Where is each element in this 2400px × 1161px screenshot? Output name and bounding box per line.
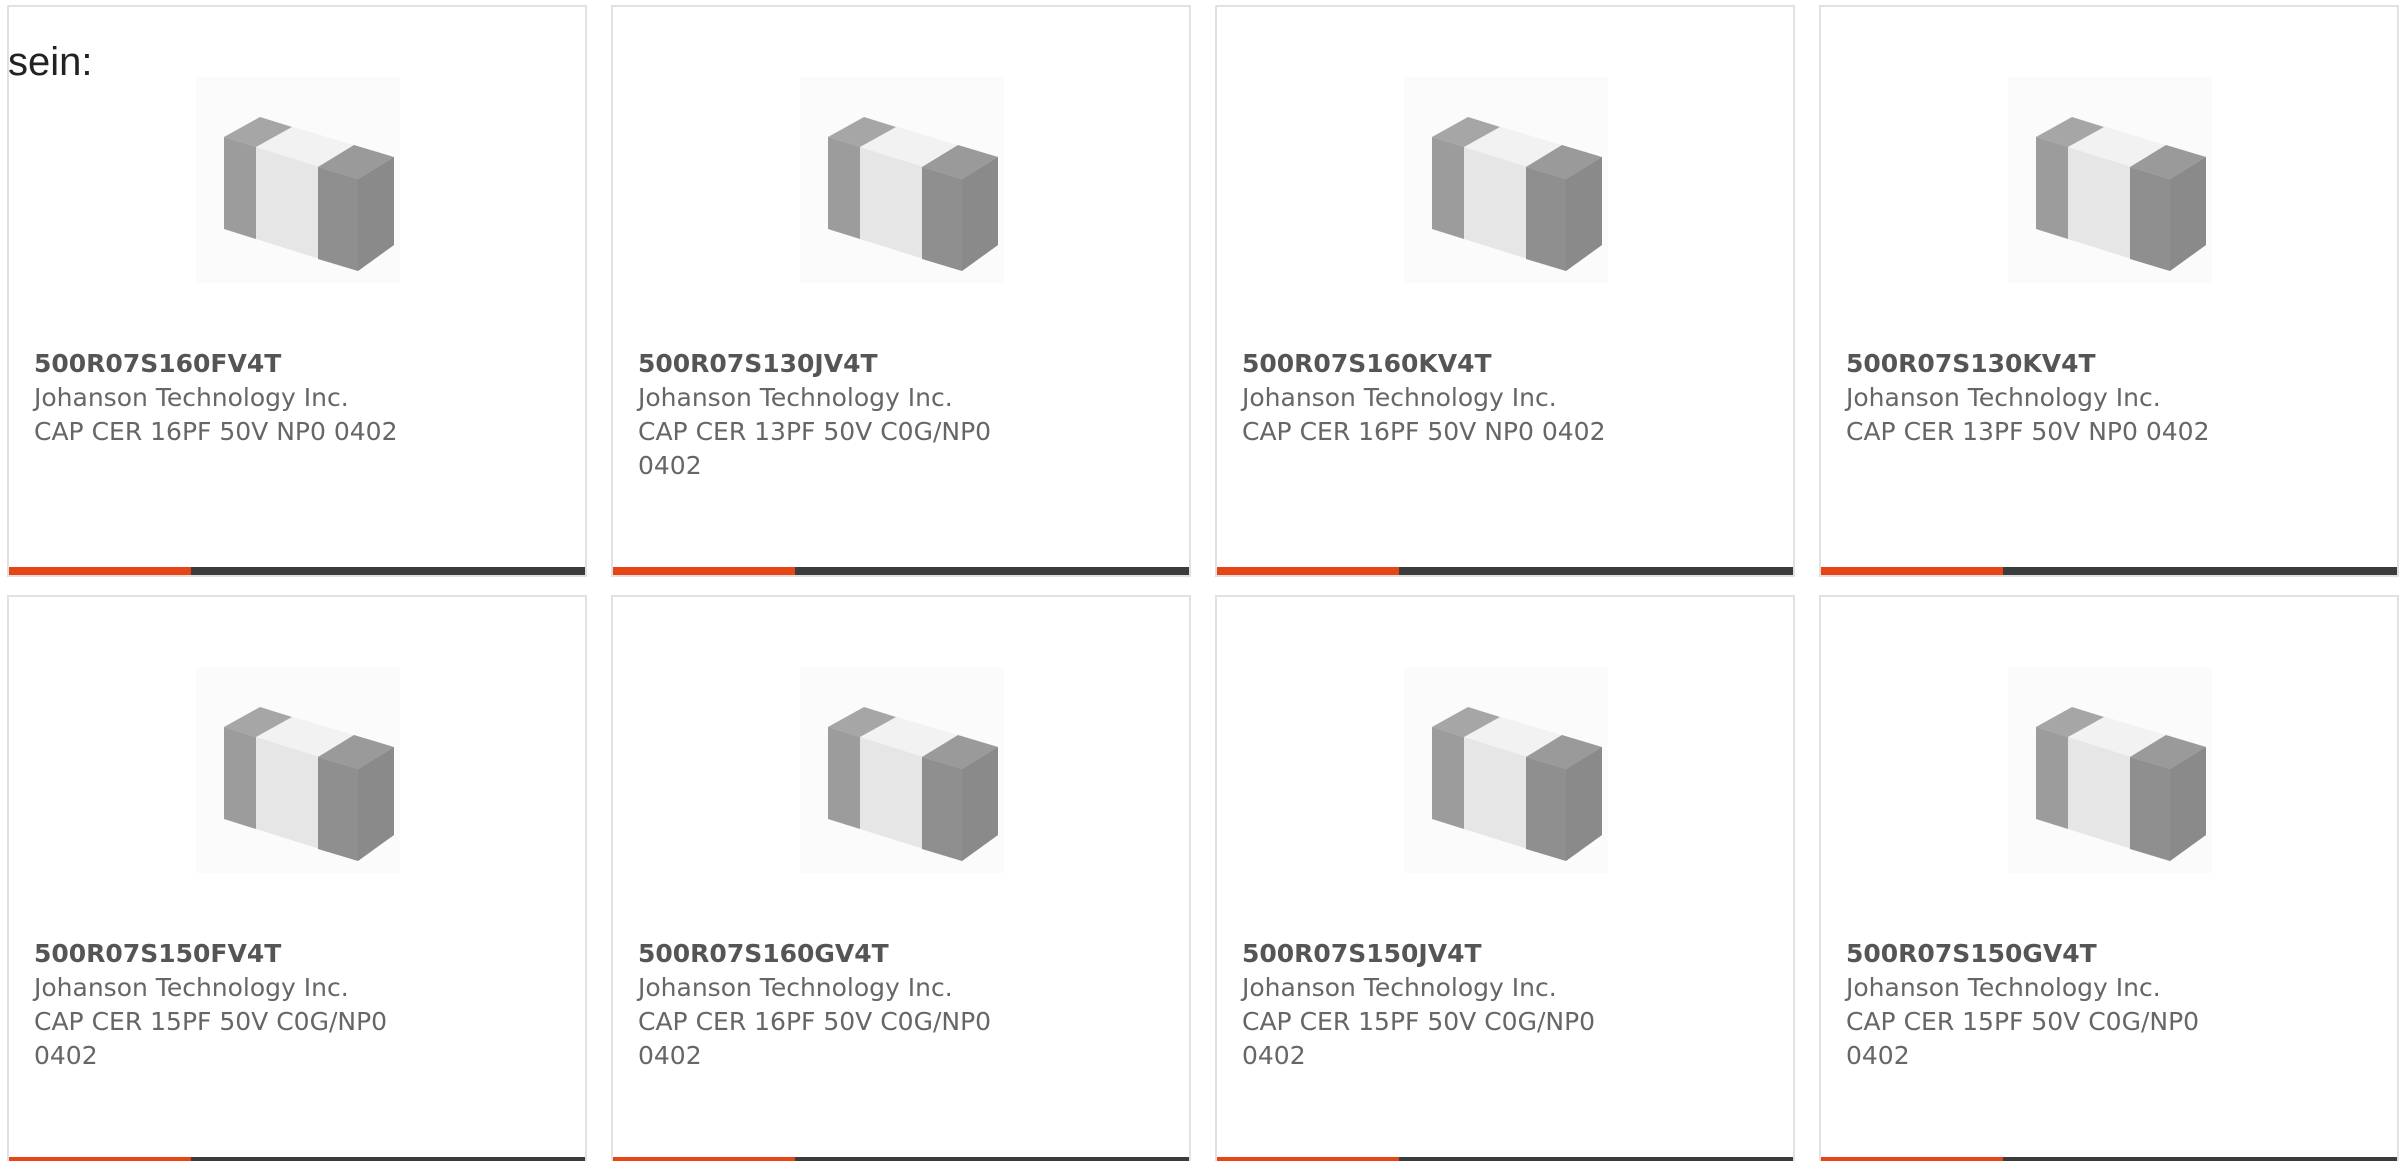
product-card[interactable]: 500R07S130KV4T Johanson Technology Inc. … bbox=[1819, 5, 2399, 577]
part-number[interactable]: 500R07S130JV4T bbox=[638, 347, 1038, 381]
ceramic-capacitor-chip-image bbox=[800, 77, 1004, 283]
card-accent-bar bbox=[613, 1157, 795, 1161]
manufacturer: Johanson Technology Inc. bbox=[1242, 383, 1557, 412]
product-grid: 500R07S160FV4T Johanson Technology Inc. … bbox=[7, 5, 2399, 1161]
card-bottom-bar bbox=[9, 1157, 585, 1161]
product-description: CAP CER 15PF 50V C0G/NP0 0402 bbox=[1242, 1007, 1596, 1070]
card-accent-bar bbox=[1217, 1157, 1399, 1161]
product-description: CAP CER 15PF 50V C0G/NP0 0402 bbox=[1846, 1007, 2200, 1070]
ceramic-capacitor-chip-image bbox=[2008, 667, 2212, 873]
card-bottom-bar bbox=[1217, 1157, 1793, 1161]
manufacturer: Johanson Technology Inc. bbox=[638, 973, 953, 1002]
product-info: 500R07S160GV4T Johanson Technology Inc. … bbox=[638, 937, 1038, 1073]
ceramic-capacitor-chip-image bbox=[800, 667, 1004, 873]
part-number[interactable]: 500R07S160FV4T bbox=[34, 347, 434, 381]
product-info: 500R07S130JV4T Johanson Technology Inc. … bbox=[638, 347, 1038, 483]
product-info: 500R07S150JV4T Johanson Technology Inc. … bbox=[1242, 937, 1642, 1073]
part-number[interactable]: 500R07S150FV4T bbox=[34, 937, 434, 971]
part-number[interactable]: 500R07S130KV4T bbox=[1846, 347, 2246, 381]
product-card[interactable]: 500R07S160FV4T Johanson Technology Inc. … bbox=[7, 5, 587, 577]
product-info: 500R07S160KV4T Johanson Technology Inc. … bbox=[1242, 347, 1642, 449]
manufacturer: Johanson Technology Inc. bbox=[638, 383, 953, 412]
product-card[interactable]: 500R07S150JV4T Johanson Technology Inc. … bbox=[1215, 595, 1795, 1161]
product-card[interactable]: 500R07S150GV4T Johanson Technology Inc. … bbox=[1819, 595, 2399, 1161]
product-info: 500R07S150FV4T Johanson Technology Inc. … bbox=[34, 937, 434, 1073]
card-accent-bar bbox=[1821, 567, 2003, 575]
product-description: CAP CER 16PF 50V NP0 0402 bbox=[34, 417, 398, 446]
part-number[interactable]: 500R07S160GV4T bbox=[638, 937, 1038, 971]
ceramic-capacitor-chip-image bbox=[196, 77, 400, 283]
product-info: 500R07S160FV4T Johanson Technology Inc. … bbox=[34, 347, 434, 449]
card-accent-bar bbox=[613, 567, 795, 575]
product-card[interactable]: 500R07S160GV4T Johanson Technology Inc. … bbox=[611, 595, 1191, 1161]
part-number[interactable]: 500R07S150GV4T bbox=[1846, 937, 2246, 971]
card-bottom-bar bbox=[613, 1157, 1189, 1161]
card-bottom-bar bbox=[1821, 567, 2397, 575]
card-accent-bar bbox=[1217, 567, 1399, 575]
product-description: CAP CER 13PF 50V NP0 0402 bbox=[1846, 417, 2210, 446]
intro-text: sein: bbox=[8, 40, 93, 84]
part-number[interactable]: 500R07S160KV4T bbox=[1242, 347, 1642, 381]
product-card[interactable]: 500R07S150FV4T Johanson Technology Inc. … bbox=[7, 595, 587, 1161]
card-bottom-bar bbox=[613, 567, 1189, 575]
product-info: 500R07S150GV4T Johanson Technology Inc. … bbox=[1846, 937, 2246, 1073]
product-description: CAP CER 13PF 50V C0G/NP0 0402 bbox=[638, 417, 992, 480]
product-description: CAP CER 15PF 50V C0G/NP0 0402 bbox=[34, 1007, 388, 1070]
product-description: CAP CER 16PF 50V C0G/NP0 0402 bbox=[638, 1007, 992, 1070]
manufacturer: Johanson Technology Inc. bbox=[34, 383, 349, 412]
card-bottom-bar bbox=[1821, 1157, 2397, 1161]
manufacturer: Johanson Technology Inc. bbox=[1242, 973, 1557, 1002]
card-accent-bar bbox=[9, 567, 191, 575]
ceramic-capacitor-chip-image bbox=[2008, 77, 2212, 283]
manufacturer: Johanson Technology Inc. bbox=[1846, 383, 2161, 412]
card-accent-bar bbox=[9, 1157, 191, 1161]
card-bottom-bar bbox=[9, 567, 585, 575]
product-description: CAP CER 16PF 50V NP0 0402 bbox=[1242, 417, 1606, 446]
ceramic-capacitor-chip-image bbox=[1404, 667, 1608, 873]
manufacturer: Johanson Technology Inc. bbox=[34, 973, 349, 1002]
product-info: 500R07S130KV4T Johanson Technology Inc. … bbox=[1846, 347, 2246, 449]
part-number[interactable]: 500R07S150JV4T bbox=[1242, 937, 1642, 971]
product-card[interactable]: 500R07S130JV4T Johanson Technology Inc. … bbox=[611, 5, 1191, 577]
ceramic-capacitor-chip-image bbox=[1404, 77, 1608, 283]
card-accent-bar bbox=[1821, 1157, 2003, 1161]
card-bottom-bar bbox=[1217, 567, 1793, 575]
product-card[interactable]: 500R07S160KV4T Johanson Technology Inc. … bbox=[1215, 5, 1795, 577]
manufacturer: Johanson Technology Inc. bbox=[1846, 973, 2161, 1002]
ceramic-capacitor-chip-image bbox=[196, 667, 400, 873]
